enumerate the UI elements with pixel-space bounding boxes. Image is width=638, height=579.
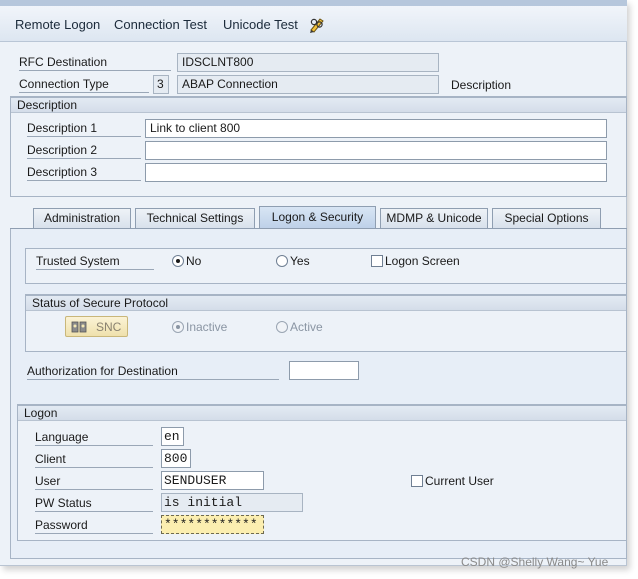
trusted-yes-radio[interactable] xyxy=(276,255,288,267)
pw-status-label: PW Status xyxy=(35,496,153,512)
rfc-destination-label: RFC Destination xyxy=(19,55,171,71)
trusted-no-radio[interactable] xyxy=(172,255,184,267)
language-input[interactable]: en xyxy=(161,427,184,446)
trusted-no-label: No xyxy=(186,254,202,268)
snc-inactive-radio[interactable] xyxy=(172,321,184,333)
connection-test-button[interactable]: Connection Test xyxy=(114,17,207,32)
connection-type-label: Connection Type xyxy=(19,77,149,93)
description-3-input[interactable] xyxy=(145,163,607,182)
rfc-destination-field[interactable]: IDSCLNT800 xyxy=(177,53,439,72)
current-user-label: Current User xyxy=(425,474,494,488)
description-2-input[interactable] xyxy=(145,141,607,160)
pw-status-field: is initial xyxy=(161,493,303,512)
description-group-title: Description xyxy=(11,97,626,113)
client-input[interactable]: 800 xyxy=(161,449,191,468)
snc-inactive-label: Inactive xyxy=(186,320,228,334)
logon-screen-checkbox[interactable] xyxy=(371,255,383,267)
description-1-label: Description 1 xyxy=(27,121,141,137)
description-3-label: Description 3 xyxy=(27,165,141,181)
authorization-label: Authorization for Destination xyxy=(27,364,279,380)
logon-group-title: Logon xyxy=(18,405,626,421)
secure-protocol-title: Status of Secure Protocol xyxy=(26,295,626,311)
pencil-glasses-icon[interactable] xyxy=(307,15,327,35)
password-label: Password xyxy=(35,518,153,534)
snc-key-icon xyxy=(71,321,87,333)
trusted-yes-label: Yes xyxy=(290,254,310,268)
user-input[interactable]: SENDUSER xyxy=(161,471,264,490)
snc-active-label: Active xyxy=(290,320,323,334)
tab-logon-security[interactable]: Logon & Security xyxy=(259,206,376,229)
authorization-input[interactable] xyxy=(289,361,359,380)
description-1-input[interactable]: Link to client 800 xyxy=(145,119,607,138)
language-label: Language xyxy=(35,430,153,446)
snc-button-label: SNC xyxy=(96,320,122,334)
snc-button[interactable]: SNC xyxy=(65,316,128,337)
tab-administration[interactable]: Administration xyxy=(33,208,131,229)
connection-type-field[interactable]: ABAP Connection xyxy=(177,75,439,94)
logon-screen-label: Logon Screen xyxy=(385,254,460,268)
description-link[interactable]: Description xyxy=(451,78,511,92)
password-input[interactable]: ************ xyxy=(161,515,264,534)
application-toolbar: Remote Logon Connection Test Unicode Tes… xyxy=(0,6,627,42)
tab-mdmp-unicode[interactable]: MDMP & Unicode xyxy=(380,208,488,229)
current-user-checkbox[interactable] xyxy=(411,475,423,487)
client-label: Client xyxy=(35,452,153,468)
connection-type-code-field[interactable]: 3 xyxy=(153,75,169,94)
remote-logon-button[interactable]: Remote Logon xyxy=(15,17,100,32)
trusted-system-label: Trusted System xyxy=(36,254,154,270)
tab-special-options[interactable]: Special Options xyxy=(492,208,601,229)
watermark-text: CSDN @Shelly Wang~ Yue xyxy=(461,555,609,569)
user-label: User xyxy=(35,474,153,490)
tab-technical-settings[interactable]: Technical Settings xyxy=(135,208,255,229)
unicode-test-button[interactable]: Unicode Test xyxy=(223,17,298,32)
description-2-label: Description 2 xyxy=(27,143,141,159)
rfc-destination-window: Remote Logon Connection Test Unicode Tes… xyxy=(0,0,627,566)
snc-active-radio[interactable] xyxy=(276,321,288,333)
